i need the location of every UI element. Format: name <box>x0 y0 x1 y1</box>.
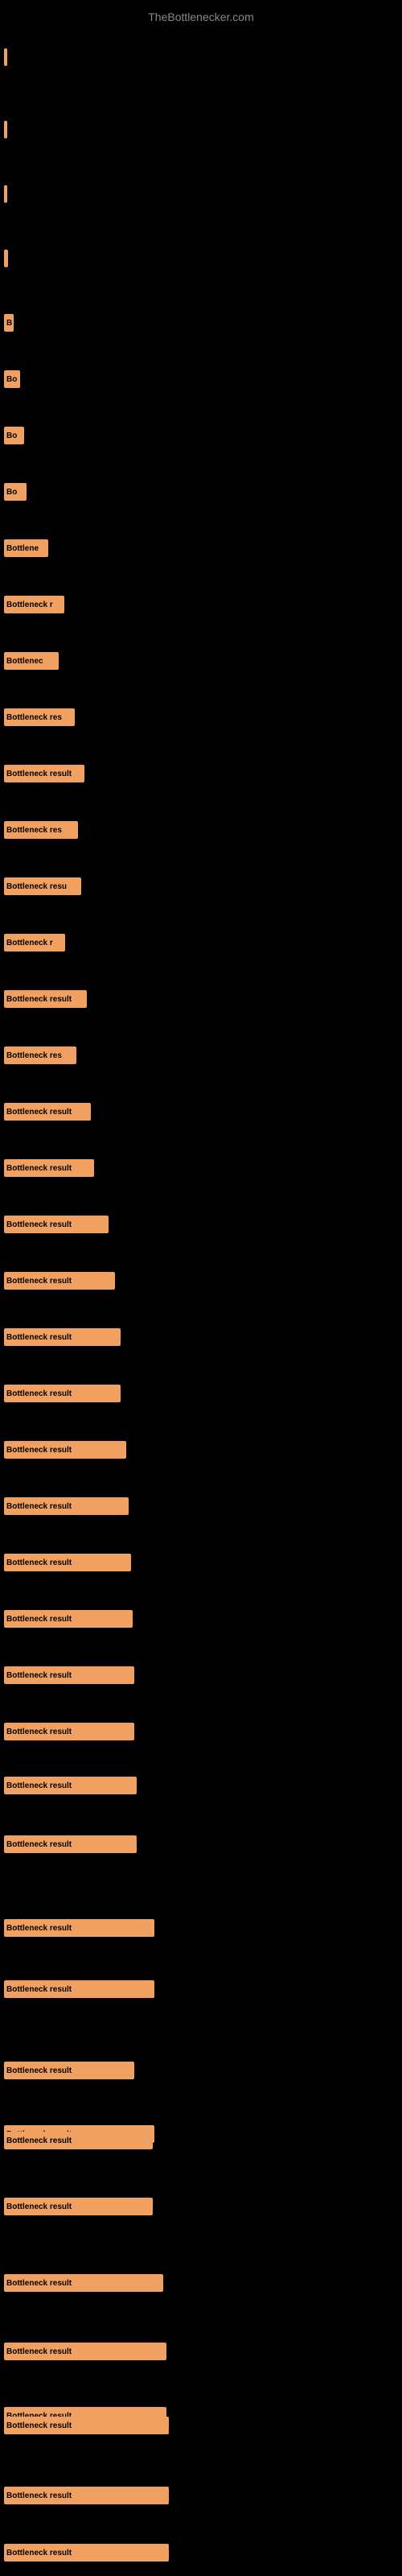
bar-row: Bottleneck res <box>4 821 78 839</box>
bar-label: Bottleneck res <box>6 713 62 722</box>
bar-row: Bottleneck r <box>4 596 64 613</box>
bar-row <box>4 185 7 203</box>
bar-row: Bottleneck result <box>4 1272 115 1290</box>
bar-row <box>4 121 7 138</box>
bar-row: Bottleneck result <box>4 2198 153 2215</box>
bar-label: Bottleneck r <box>6 939 53 947</box>
bar-row: Bottleneck result <box>4 2417 169 2434</box>
bar-row: Bottleneck result <box>4 2487 169 2504</box>
bar-label: Bottleneck result <box>6 2491 72 2500</box>
bar-row: Bottleneck result <box>4 1919 154 1937</box>
bar-label: Bottleneck result <box>6 2202 72 2211</box>
bar-row: Bottleneck result <box>4 1103 91 1121</box>
bar-row: Bottleneck result <box>4 2274 163 2292</box>
bar-row: Bottleneck result <box>4 1723 134 1740</box>
bar-label: Bo <box>6 431 17 440</box>
bar-row: Bottleneck result <box>4 2062 134 2079</box>
bar-row: Bo <box>4 427 24 444</box>
bar-row: Bottleneck result <box>4 1835 137 1853</box>
bar-label: B <box>6 319 12 328</box>
bar-row: Bo <box>4 370 20 388</box>
bar-row: Bottleneck res <box>4 1046 76 1064</box>
bar-row: Bottleneck result <box>4 1441 126 1459</box>
bar-label: Bottleneck result <box>6 1220 72 1229</box>
bar-label: Bottleneck result <box>6 1840 72 1849</box>
bar-label: Bottleneck result <box>6 1164 72 1173</box>
bar-label: Bottleneck result <box>6 1502 72 1511</box>
bar-row: Bottleneck resu <box>4 877 81 895</box>
bar-label: Bottleneck result <box>6 1781 72 1790</box>
bar-label: Bottleneck result <box>6 770 72 778</box>
bar-row: Bo <box>4 483 27 501</box>
bar-row: Bottleneck result <box>4 1980 154 1998</box>
bar-label: Bottleneck result <box>6 1985 72 1994</box>
bar-label: Bottleneck result <box>6 1671 72 1680</box>
bar-row: Bottleneck result <box>4 1159 94 1177</box>
bar-row: Bottleneck res <box>4 708 75 726</box>
bar-row: Bottleneck result <box>4 1216 109 1233</box>
bar-label: Bottleneck result <box>6 2066 72 2075</box>
bar-label: Bottleneck result <box>6 2136 72 2145</box>
bar-row <box>4 250 8 267</box>
bar-label: Bottleneck res <box>6 826 62 835</box>
bar-label: Bottleneck result <box>6 1924 72 1933</box>
bar-label: Bottleneck result <box>6 995 72 1004</box>
bar-row: Bottleneck result <box>4 2544 169 2562</box>
bar-label: Bottleneck resu <box>6 882 67 891</box>
bar-row <box>4 48 7 66</box>
bar-label: Bottlenec <box>6 657 43 666</box>
bar-row: Bottleneck result <box>4 765 84 782</box>
bar-row: Bottleneck result <box>4 1666 134 1684</box>
bar-label: Bottleneck result <box>6 2279 72 2288</box>
bar-row: Bottleneck result <box>4 1328 121 1346</box>
bar-row: Bottleneck result <box>4 990 87 1008</box>
bar-label: Bottleneck result <box>6 2421 72 2430</box>
bar-label: Bottleneck res <box>6 1051 62 1060</box>
bar-label: Bottleneck result <box>6 1389 72 1398</box>
bar-row: B <box>4 314 14 332</box>
bar-row: Bottleneck result <box>4 2343 166 2360</box>
bar-row: Bottlene <box>4 539 48 557</box>
bar-row: Bottleneck result <box>4 1554 131 1571</box>
bars-container: B Bo Bo Bo Bottlene Bottleneck r Bottlenec Bott… <box>0 24 402 2576</box>
bar-label: Bottleneck result <box>6 1446 72 1455</box>
bar-label: Bo <box>6 488 17 497</box>
bar-row: Bottleneck result <box>4 1610 133 1628</box>
bar-label: Bottleneck result <box>6 1333 72 1342</box>
bar-label: Bottlene <box>6 544 39 553</box>
bar-label: Bottleneck r <box>6 601 53 609</box>
bar-label: Bottleneck result <box>6 2347 72 2356</box>
bar-row: Bottleneck result <box>4 1497 129 1515</box>
bar-label: Bo <box>6 375 17 384</box>
bar-row: Bottlenec <box>4 652 59 670</box>
bar-row: Bottleneck r <box>4 934 65 952</box>
bar-label: Bottleneck result <box>6 1277 72 1286</box>
bar-label: Bottleneck result <box>6 1108 72 1117</box>
bar-row: Bottleneck result <box>4 2132 153 2149</box>
bar-label: Bottleneck result <box>6 1558 72 1567</box>
bar-label: Bottleneck result <box>6 1615 72 1624</box>
bar-row: Bottleneck result <box>4 1777 137 1794</box>
bar-label: Bottleneck result <box>6 1728 72 1736</box>
bar-row: Bottleneck result <box>4 1385 121 1402</box>
bar-label: Bottleneck result <box>6 2549 72 2557</box>
